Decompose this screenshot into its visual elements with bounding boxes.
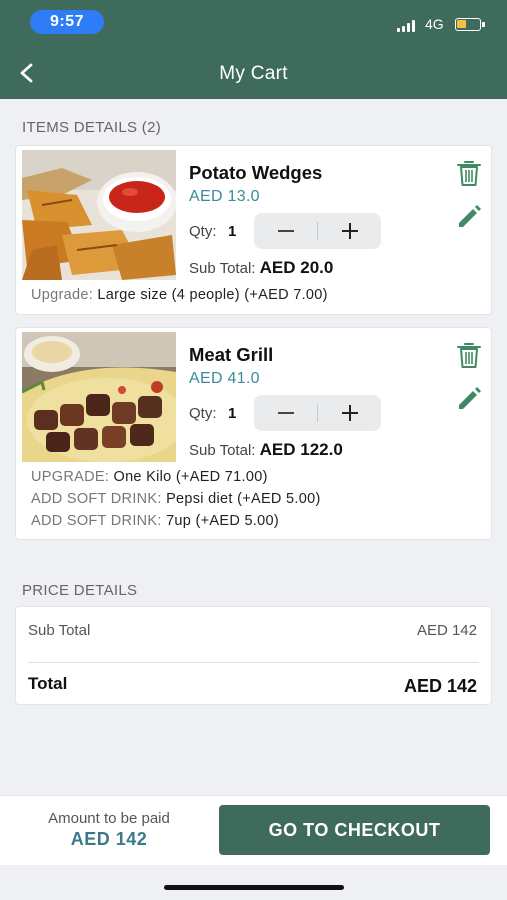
item-option: ADD SOFT DRINK: 7up (+AED 5.00) xyxy=(31,513,279,529)
option-label: ADD SOFT DRINK: xyxy=(31,513,162,529)
battery-icon xyxy=(455,18,485,31)
increase-qty-button[interactable] xyxy=(318,213,381,249)
edit-item-button[interactable] xyxy=(456,386,482,412)
minus-icon xyxy=(277,412,294,414)
subtotal-label: Sub Total: xyxy=(189,260,256,277)
price-section-label: PRICE DETAILS xyxy=(22,582,138,599)
item-name: Meat Grill xyxy=(189,344,274,365)
items-section-label: ITEMS DETAILS (2) xyxy=(22,119,162,136)
delete-item-button[interactable] xyxy=(456,341,482,369)
item-option: UPGRADE: One Kilo (+AED 71.00) xyxy=(31,469,268,485)
trash-icon xyxy=(457,161,481,186)
amount-label: Amount to be paid xyxy=(48,810,170,827)
pencil-icon xyxy=(459,387,481,409)
divider xyxy=(28,662,479,663)
item-price: AED 13.0 xyxy=(189,188,260,205)
item-subtotal: Sub Total: AED 122.0 xyxy=(189,440,343,460)
subtotal-value: AED 20.0 xyxy=(259,258,334,277)
increase-qty-button[interactable] xyxy=(318,395,381,431)
option-value: Pepsi diet xyxy=(166,491,233,507)
home-indicator xyxy=(164,885,344,890)
item-image-meat-grill xyxy=(22,332,176,462)
plus-icon xyxy=(341,405,358,421)
item-price: AED 41.0 xyxy=(189,370,260,387)
plus-icon xyxy=(341,223,358,239)
decrease-qty-button[interactable] xyxy=(254,395,317,431)
quantity-stepper xyxy=(254,395,381,431)
option-label: ADD SOFT DRINK: xyxy=(31,491,162,507)
cart-item-card: Potato Wedges AED 13.0 Qty: 1 Sub Total:… xyxy=(15,145,492,315)
network-type: 4G xyxy=(425,16,444,32)
quantity-stepper xyxy=(254,213,381,249)
decrease-qty-button[interactable] xyxy=(254,213,317,249)
option-value: Large size (4 people) xyxy=(97,287,240,303)
qty-label: Qty: xyxy=(189,405,217,422)
item-name: Potato Wedges xyxy=(189,162,323,183)
status-bar: 9:57 4G xyxy=(0,0,507,44)
page-title: My Cart xyxy=(219,63,288,84)
total-value: AED 142 xyxy=(403,676,477,696)
item-image-potato-wedges xyxy=(22,150,176,280)
option-value: 7up xyxy=(166,513,192,529)
status-time: 9:57 xyxy=(30,10,104,34)
delete-item-button[interactable] xyxy=(456,159,482,187)
subtotal-value: AED 142 xyxy=(416,622,477,639)
option-label: UPGRADE: xyxy=(31,469,110,485)
signal-icon xyxy=(397,20,415,32)
item-subtotal: Sub Total: AED 20.0 xyxy=(189,258,333,278)
option-price: (+AED 7.00) xyxy=(244,287,328,303)
cart-item-card: Meat Grill AED 41.0 Qty: 1 Sub Total: AE… xyxy=(15,327,492,540)
item-option: ADD SOFT DRINK: Pepsi diet (+AED 5.00) xyxy=(31,491,321,507)
minus-icon xyxy=(277,230,294,232)
price-details-card: Sub Total AED 142 Total AED 142 xyxy=(15,606,492,705)
option-price: (+AED 5.00) xyxy=(237,491,321,507)
amount-value: AED 142 xyxy=(70,829,148,849)
qty-value: 1 xyxy=(228,223,237,240)
qty-value: 1 xyxy=(228,405,237,422)
app-header: 9:57 4G My Cart xyxy=(0,0,507,99)
trash-icon xyxy=(457,343,481,368)
edit-item-button[interactable] xyxy=(456,204,482,230)
option-value: One Kilo xyxy=(113,469,172,485)
subtotal-value: AED 122.0 xyxy=(259,440,343,459)
option-price: (+AED 71.00) xyxy=(175,469,268,485)
subtotal-label: Sub Total: xyxy=(189,442,256,459)
checkout-button[interactable]: GO TO CHECKOUT xyxy=(219,805,490,855)
checkout-bar: Amount to be paid AED 142 GO TO CHECKOUT xyxy=(0,795,507,865)
qty-label: Qty: xyxy=(189,223,217,240)
pencil-icon xyxy=(459,205,481,227)
option-price: (+AED 5.00) xyxy=(195,513,279,529)
total-label: Total xyxy=(28,674,68,693)
option-label: Upgrade: xyxy=(31,287,94,303)
item-option: Upgrade: Large size (4 people) (+AED 7.0… xyxy=(31,287,328,303)
subtotal-label: Sub Total xyxy=(28,622,91,639)
